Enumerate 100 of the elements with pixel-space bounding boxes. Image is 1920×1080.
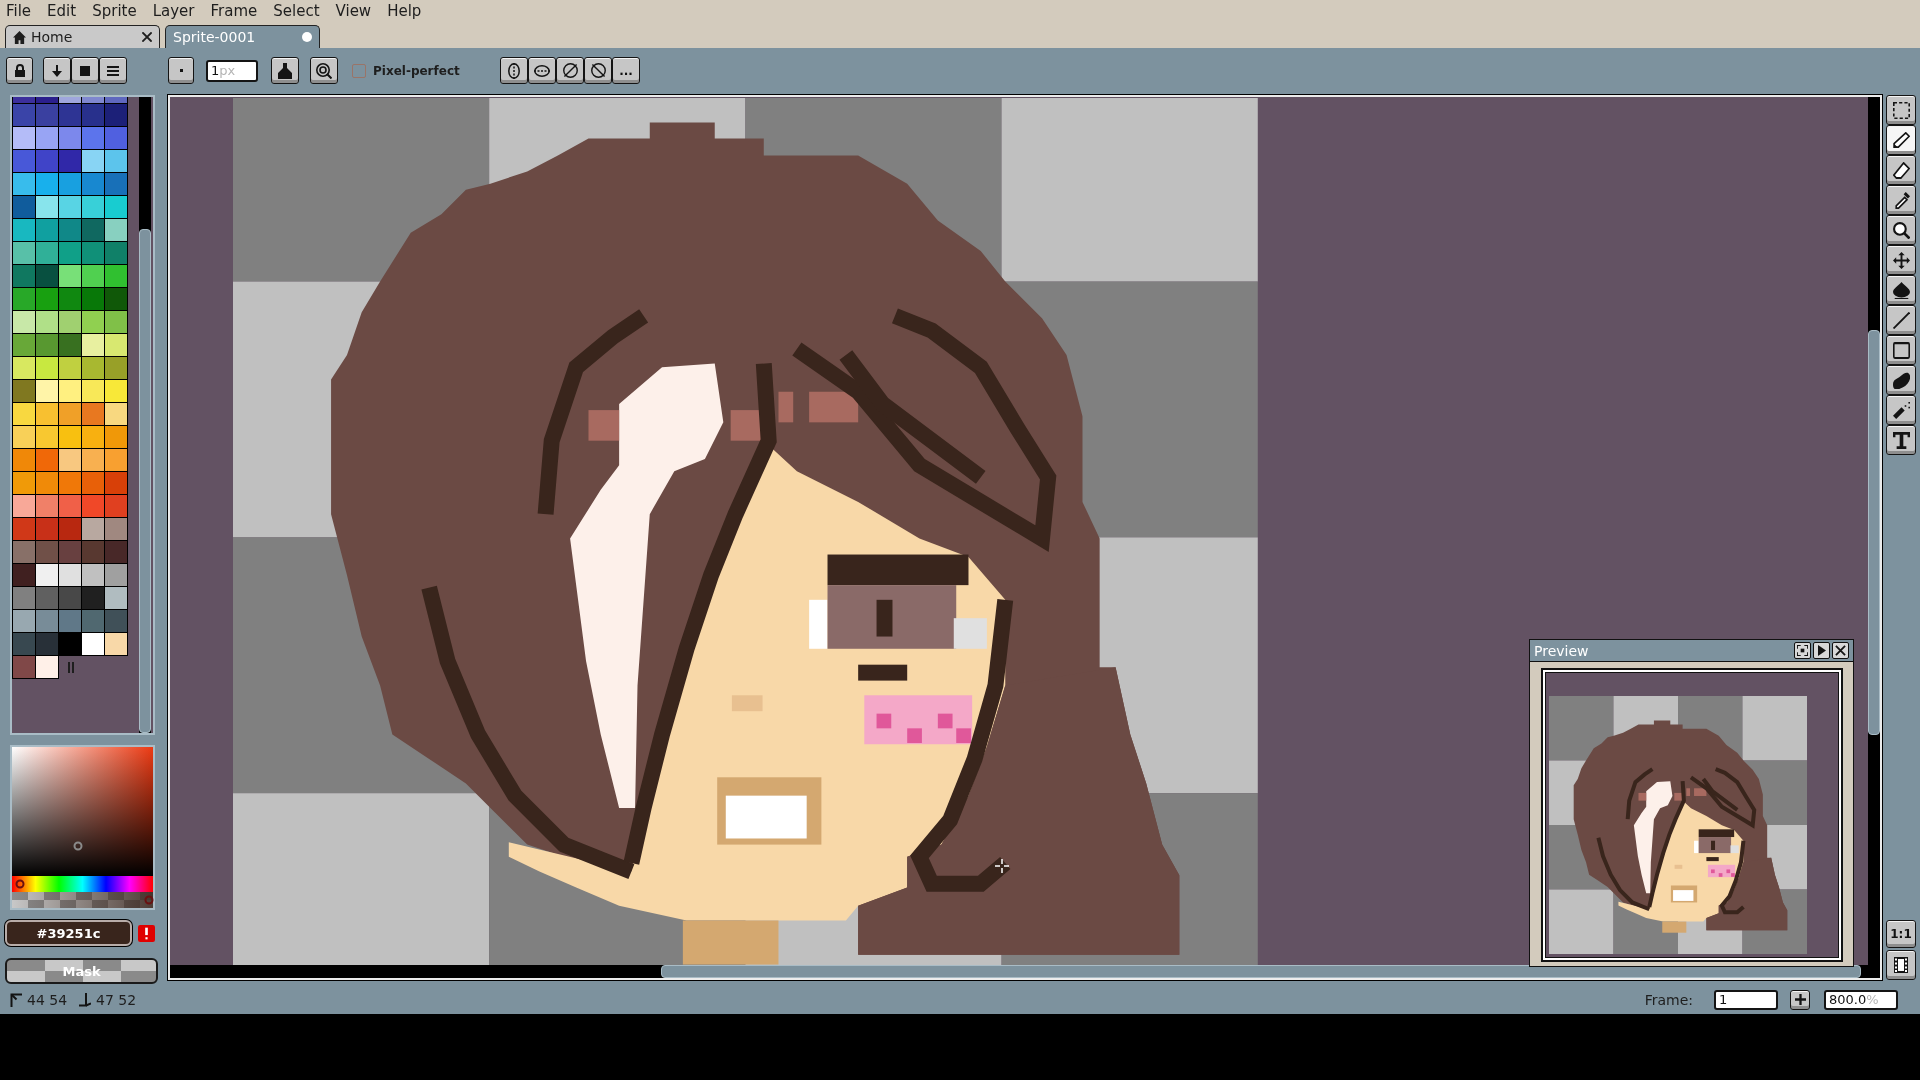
color-swatch-icon[interactable] bbox=[59, 97, 82, 104]
color-swatch-icon[interactable] bbox=[105, 403, 128, 426]
color-swatch-icon[interactable] bbox=[59, 265, 82, 288]
color-swatch-icon[interactable] bbox=[36, 97, 59, 104]
brush-size-field[interactable]: 1px bbox=[206, 59, 258, 82]
color-swatch-icon[interactable] bbox=[13, 518, 36, 541]
color-swatch-icon[interactable] bbox=[13, 242, 36, 265]
color-swatch-icon[interactable] bbox=[82, 380, 105, 403]
color-swatch-icon[interactable] bbox=[105, 380, 128, 403]
color-swatch-icon[interactable] bbox=[13, 656, 36, 679]
color-swatch-icon[interactable] bbox=[13, 334, 36, 357]
color-swatch-icon[interactable] bbox=[105, 127, 128, 150]
color-swatch-icon[interactable] bbox=[82, 472, 105, 495]
tool-button[interactable] bbox=[1886, 215, 1916, 245]
color-swatch-icon[interactable] bbox=[36, 357, 59, 380]
color-swatch-icon[interactable] bbox=[36, 403, 59, 426]
color-swatch-icon[interactable] bbox=[82, 288, 105, 311]
color-swatch-icon[interactable] bbox=[59, 380, 82, 403]
tool-button[interactable] bbox=[1886, 335, 1916, 365]
color-swatch-icon[interactable] bbox=[13, 219, 36, 242]
color-swatch-icon[interactable] bbox=[82, 173, 105, 196]
add-frame-button[interactable] bbox=[1790, 989, 1810, 1010]
color-swatch-icon[interactable] bbox=[82, 265, 105, 288]
color-hex-field[interactable]: #39251c bbox=[5, 920, 132, 946]
color-swatch-icon[interactable] bbox=[59, 334, 82, 357]
color-swatch-icon[interactable] bbox=[36, 150, 59, 173]
color-swatch-icon[interactable] bbox=[105, 541, 128, 564]
tool-button[interactable] bbox=[1886, 425, 1916, 455]
symmetry-button[interactable] bbox=[556, 57, 584, 84]
color-swatch-icon[interactable] bbox=[59, 587, 82, 610]
color-swatch-icon[interactable] bbox=[82, 127, 105, 150]
color-swatch-icon[interactable] bbox=[13, 196, 36, 219]
color-swatch-icon[interactable] bbox=[82, 150, 105, 173]
color-swatch-icon[interactable] bbox=[59, 311, 82, 334]
color-swatch-icon[interactable] bbox=[59, 219, 82, 242]
more-button[interactable]: ... bbox=[612, 57, 640, 84]
color-swatch-icon[interactable] bbox=[105, 242, 128, 265]
color-swatch-icon[interactable] bbox=[13, 472, 36, 495]
color-gradient-picker[interactable] bbox=[12, 747, 153, 876]
color-swatch-icon[interactable] bbox=[59, 633, 82, 656]
color-swatch-icon[interactable] bbox=[59, 150, 82, 173]
color-swatch-icon[interactable] bbox=[59, 610, 82, 633]
tool-button[interactable] bbox=[1886, 125, 1916, 155]
color-swatch-icon[interactable] bbox=[36, 265, 59, 288]
color-swatch-icon[interactable] bbox=[59, 104, 82, 127]
color-swatch-icon[interactable] bbox=[59, 472, 82, 495]
color-swatch-icon[interactable] bbox=[59, 288, 82, 311]
color-swatch-icon[interactable] bbox=[105, 196, 128, 219]
menu-item[interactable]: File bbox=[6, 2, 32, 20]
color-swatch-icon[interactable] bbox=[13, 633, 36, 656]
color-swatch-icon[interactable] bbox=[105, 495, 128, 518]
color-swatch-icon[interactable] bbox=[105, 265, 128, 288]
color-swatch-icon[interactable] bbox=[13, 357, 36, 380]
color-swatch-icon[interactable] bbox=[82, 426, 105, 449]
menu-item[interactable]: Select bbox=[273, 2, 320, 20]
color-swatch-icon[interactable] bbox=[36, 449, 59, 472]
color-swatch-icon[interactable] bbox=[105, 472, 128, 495]
menu-item[interactable]: Sprite bbox=[92, 2, 137, 20]
color-swatch-icon[interactable] bbox=[105, 633, 128, 656]
close-icon[interactable] bbox=[142, 32, 152, 42]
frame-field[interactable]: 1 bbox=[1714, 989, 1778, 1010]
symmetry-button[interactable] bbox=[528, 57, 556, 84]
brush-shape-button[interactable] bbox=[168, 57, 194, 84]
color-swatch-icon[interactable] bbox=[36, 495, 59, 518]
color-swatch-icon[interactable] bbox=[82, 518, 105, 541]
color-swatch-icon[interactable] bbox=[59, 518, 82, 541]
color-swatch-icon[interactable] bbox=[13, 380, 36, 403]
color-swatch-icon[interactable] bbox=[13, 104, 36, 127]
color-swatch-icon[interactable] bbox=[13, 150, 36, 173]
target-button[interactable] bbox=[310, 57, 338, 84]
color-swatch-icon[interactable] bbox=[36, 173, 59, 196]
color-swatch-icon[interactable] bbox=[36, 656, 59, 679]
color-swatch-icon[interactable] bbox=[105, 288, 128, 311]
color-swatch-icon[interactable] bbox=[13, 173, 36, 196]
slider-thumb[interactable] bbox=[144, 895, 154, 905]
color-swatch-icon[interactable] bbox=[59, 449, 82, 472]
color-swatch-icon[interactable] bbox=[82, 564, 105, 587]
tab[interactable]: Home bbox=[5, 25, 160, 48]
color-swatch-icon[interactable] bbox=[105, 150, 128, 173]
fullscreen-button[interactable] bbox=[1794, 642, 1811, 659]
color-swatch-icon[interactable] bbox=[59, 564, 82, 587]
scrollbar[interactable] bbox=[1868, 97, 1880, 965]
menu-item[interactable]: View bbox=[335, 2, 372, 20]
color-swatch-icon[interactable] bbox=[82, 449, 105, 472]
menu-button[interactable] bbox=[99, 57, 127, 84]
square-button[interactable] bbox=[71, 57, 99, 84]
color-swatch-icon[interactable] bbox=[36, 288, 59, 311]
color-swatch-icon[interactable] bbox=[13, 495, 36, 518]
color-swatch-icon[interactable] bbox=[36, 334, 59, 357]
color-swatch-icon[interactable] bbox=[13, 587, 36, 610]
color-swatch-icon[interactable] bbox=[13, 426, 36, 449]
color-swatch-icon[interactable] bbox=[36, 587, 59, 610]
color-swatch-icon[interactable] bbox=[105, 564, 128, 587]
menu-item[interactable]: Frame bbox=[210, 2, 258, 20]
hue-slider[interactable] bbox=[12, 876, 153, 892]
tool-button[interactable] bbox=[1886, 365, 1916, 395]
color-swatch-icon[interactable] bbox=[105, 311, 128, 334]
color-swatch-icon[interactable] bbox=[36, 311, 59, 334]
color-swatch-icon[interactable] bbox=[36, 242, 59, 265]
color-swatch-icon[interactable] bbox=[36, 219, 59, 242]
